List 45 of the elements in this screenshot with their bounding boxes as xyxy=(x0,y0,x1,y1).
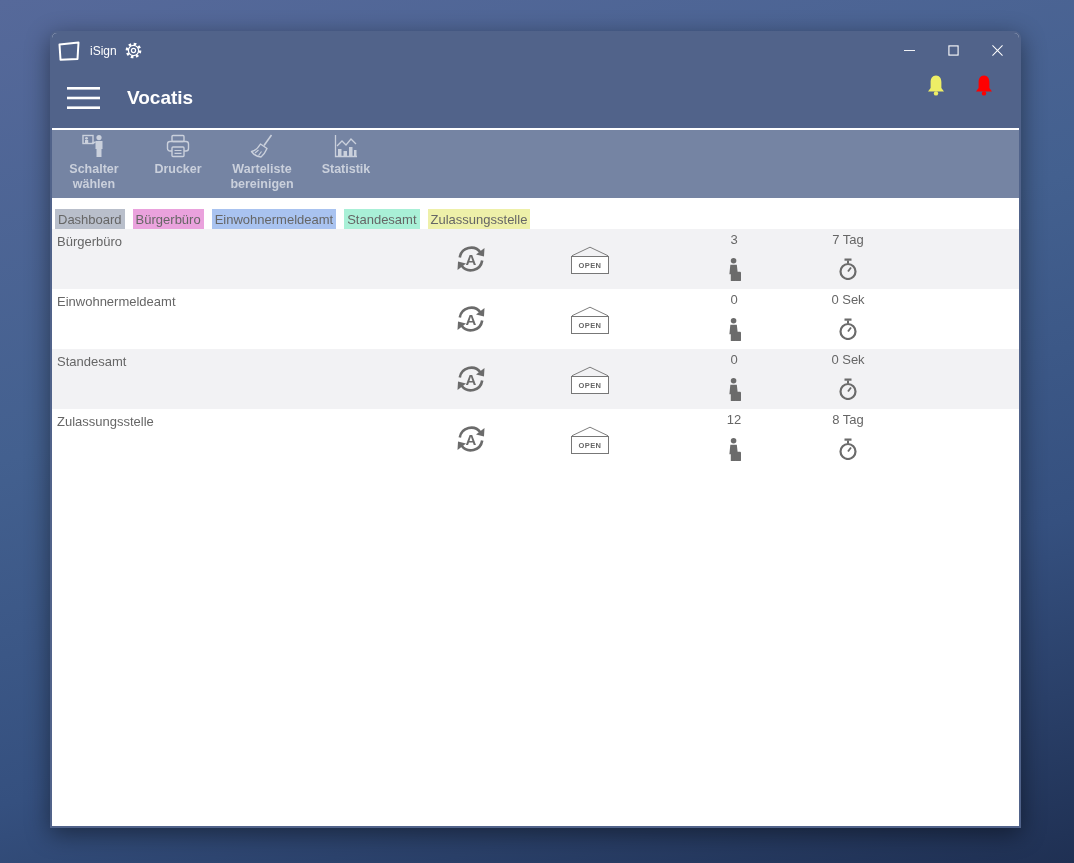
tab[interactable]: Standesamt xyxy=(344,209,420,229)
tab[interactable]: Bürgerbüro xyxy=(132,209,204,229)
broom-icon xyxy=(250,134,274,158)
stopwatch-icon xyxy=(838,318,858,340)
waiting-person-icon xyxy=(727,257,741,282)
stopwatch-icon xyxy=(838,438,858,460)
maximize-icon xyxy=(947,45,959,56)
bar-chart-icon xyxy=(334,134,358,158)
wait-time: 0 Sek xyxy=(831,352,865,367)
printer-icon xyxy=(166,134,190,158)
settings-icon[interactable] xyxy=(124,42,142,59)
waiting-count: 12 xyxy=(726,412,742,427)
sign-hanger-icon xyxy=(571,306,609,316)
waiting-count: 0 xyxy=(730,292,738,307)
toolbar-button[interactable]: Drucker xyxy=(136,130,220,177)
menu-icon[interactable] xyxy=(67,87,100,109)
queue-name: Zulassungsstelle xyxy=(57,414,154,429)
queue-name: Bürgerbüro xyxy=(57,234,123,249)
wait-time: 8 Tag xyxy=(832,412,864,427)
app-name: Vocatis xyxy=(127,87,194,109)
queue-name: Standesamt xyxy=(57,354,127,369)
waiting-count: 0 xyxy=(730,352,738,367)
waiting-person-icon xyxy=(727,317,741,342)
toolbar-button[interactable]: Warteliste bereinigen xyxy=(220,130,304,192)
sign-hanger-icon xyxy=(571,366,609,376)
toolbar-button[interactable]: Schalter wählen xyxy=(52,130,136,192)
waiting-person-icon xyxy=(727,377,741,402)
app-logo-icon xyxy=(57,40,81,61)
window-title: iSign xyxy=(90,43,117,58)
stopwatch-icon xyxy=(838,258,858,280)
wait-time: 0 Sek xyxy=(831,292,865,307)
queue-name: Einwohnermeldeamt xyxy=(57,294,176,309)
sign-hanger-icon xyxy=(571,246,609,256)
sign-hanger-icon xyxy=(571,426,609,436)
tab[interactable]: Zulassungsstelle xyxy=(427,209,531,229)
bell-icon[interactable] xyxy=(926,74,946,96)
waiting-count: 3 xyxy=(730,232,738,247)
tab[interactable]: Einwohnermeldeamt xyxy=(211,209,337,229)
person-at-board-icon xyxy=(82,134,106,158)
stopwatch-icon xyxy=(838,378,858,400)
tab[interactable]: Dashboard xyxy=(55,209,125,229)
wait-time: 7 Tag xyxy=(832,232,864,247)
waiting-person-icon xyxy=(727,437,741,462)
close-icon xyxy=(991,45,1003,56)
toolbar-button[interactable]: Statistik xyxy=(304,130,388,177)
